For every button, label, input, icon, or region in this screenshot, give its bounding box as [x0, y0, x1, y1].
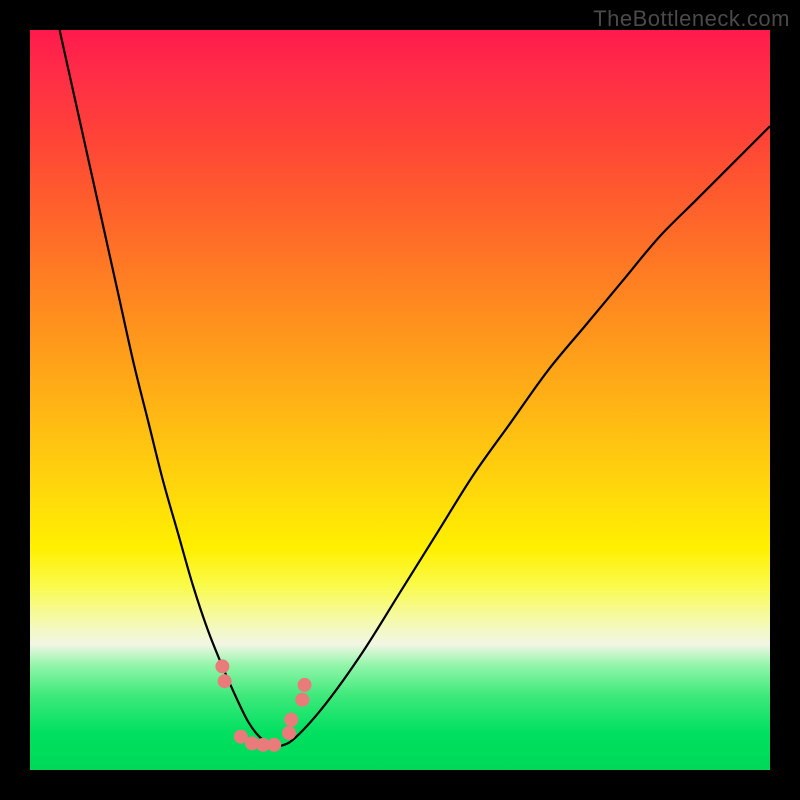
watermark-text: TheBottleneck.com [593, 6, 790, 32]
bottleneck-curve [60, 30, 770, 746]
trough-dot [298, 678, 312, 692]
trough-dot [284, 713, 298, 727]
plot-area [30, 30, 770, 770]
curve-svg [30, 30, 770, 770]
trough-dot [282, 726, 296, 740]
trough-dots [215, 659, 311, 751]
trough-dot [215, 659, 229, 673]
trough-dot [295, 693, 309, 707]
chart-frame: TheBottleneck.com [0, 0, 800, 800]
trough-dot [267, 738, 281, 752]
trough-dot [218, 674, 232, 688]
